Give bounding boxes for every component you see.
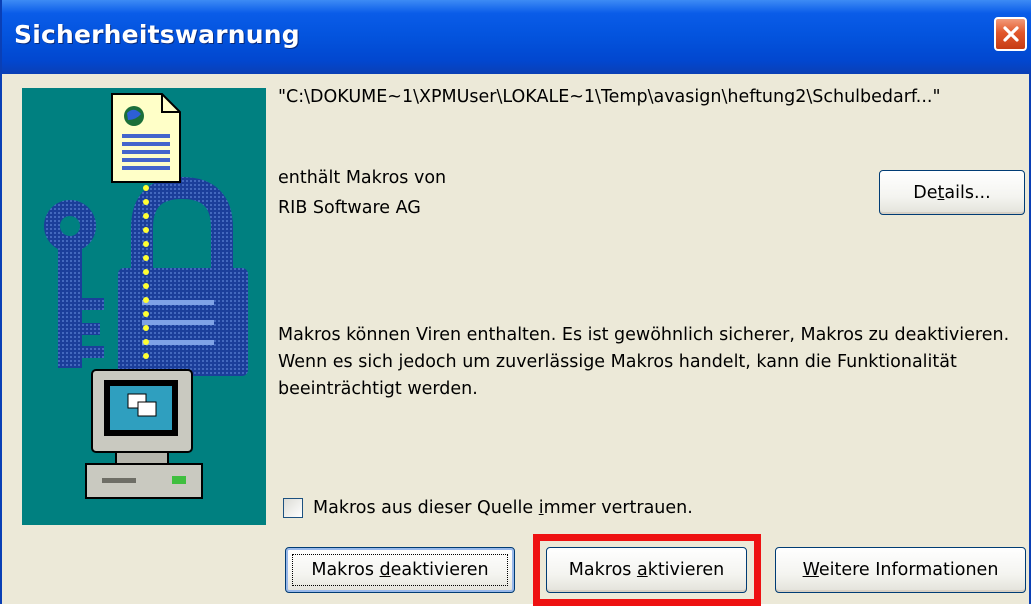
trust-source-option[interactable]: Makros aus dieser Quelle immer vertrauen… — [283, 498, 693, 518]
more-information-label: Weitere Informationen — [802, 560, 999, 580]
security-illustration — [22, 88, 266, 525]
details-button-label: Details... — [913, 182, 991, 203]
more-information-button[interactable]: Weitere Informationen — [775, 547, 1026, 593]
key-icon — [44, 200, 104, 368]
macro-security-illustration — [44, 93, 248, 499]
publisher-name: RIB Software AG — [278, 198, 421, 218]
deactivate-macros-button[interactable]: Makros deaktivieren — [285, 547, 515, 593]
window-title: Sicherheitswarnung — [14, 20, 300, 49]
file-path: "C:\DOKUME~1\XPMUser\LOKALE~1\Temp\avasi… — [278, 87, 941, 107]
security-warning-dialog: Sicherheitswarnung "C:\DOKUME~1\XPMUser\… — [0, 0, 1031, 606]
close-icon — [1002, 26, 1019, 42]
padlock-shackle-icon — [131, 176, 233, 278]
close-button[interactable] — [994, 17, 1027, 51]
details-button[interactable]: Details... — [879, 170, 1025, 215]
document-icon — [111, 93, 181, 183]
macro-warning-text: Makros können Viren enthalten. Es ist ge… — [278, 325, 1010, 399]
trust-source-label[interactable]: Makros aus dieser Quelle immer vertrauen… — [313, 498, 693, 518]
activate-macros-label: Makros aktivieren — [568, 560, 725, 580]
trust-source-checkbox[interactable] — [283, 498, 303, 518]
deactivate-macros-label: Makros deaktivieren — [311, 560, 489, 580]
activate-macros-button[interactable]: Makros aktivieren — [546, 547, 747, 593]
macros-from-label: enthält Makros von — [278, 168, 447, 188]
title-bar[interactable]: Sicherheitswarnung — [2, 0, 1031, 74]
computer-icon — [85, 369, 203, 499]
